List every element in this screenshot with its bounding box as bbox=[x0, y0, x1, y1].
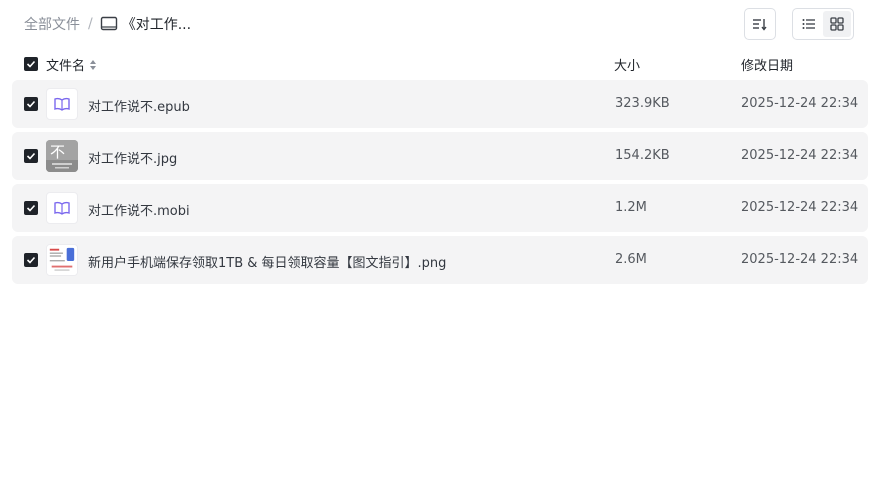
file-row[interactable]: 对工作说不.mobi 1.2M 2025-12-24 22:34 bbox=[12, 184, 868, 232]
file-name[interactable]: 新用户手机端保存领取1TB & 每日领取容量【图文指引】.png bbox=[88, 252, 446, 271]
file-name[interactable]: 对工作说不.epub bbox=[88, 96, 190, 115]
check-icon bbox=[26, 256, 36, 264]
file-date: 2025-12-24 22:34 bbox=[741, 148, 859, 163]
column-header-name-label: 文件名 bbox=[46, 59, 86, 74]
check-icon bbox=[26, 204, 36, 212]
sort-button[interactable] bbox=[744, 8, 776, 40]
file-size: 1.2M bbox=[615, 200, 647, 215]
grid-view-button[interactable] bbox=[823, 11, 851, 37]
thumbnail-text: 不 bbox=[50, 143, 65, 161]
file-date: 2025-12-24 22:34 bbox=[741, 200, 859, 215]
file-row[interactable]: 对工作说不.epub 323.9KB 2025-12-24 22:34 bbox=[12, 80, 868, 128]
row-checkbox[interactable] bbox=[24, 253, 38, 267]
file-size: 323.9KB bbox=[615, 96, 670, 111]
check-icon bbox=[26, 152, 36, 160]
list-view-button[interactable] bbox=[795, 11, 823, 37]
view-toggle bbox=[792, 8, 854, 40]
column-header-size[interactable]: 大小 bbox=[614, 55, 640, 74]
ebook-icon bbox=[46, 88, 78, 120]
file-date: 2025-12-24 22:34 bbox=[741, 252, 859, 267]
file-name[interactable]: 对工作说不.mobi bbox=[88, 200, 190, 219]
file-date: 2025-12-24 22:34 bbox=[741, 96, 859, 111]
sort-caret-icon bbox=[90, 59, 97, 70]
file-row[interactable]: 不 对工作说不.jpg 154.2KB 2025-12-24 22:34 bbox=[12, 132, 868, 180]
check-icon bbox=[26, 100, 36, 108]
breadcrumb-root-link[interactable]: 全部文件 bbox=[24, 14, 80, 34]
breadcrumb: 全部文件 / 《对工作... bbox=[24, 13, 191, 35]
image-thumbnail bbox=[46, 244, 78, 276]
row-checkbox[interactable] bbox=[24, 149, 38, 163]
list-icon bbox=[802, 19, 815, 29]
file-row[interactable]: 新用户手机端保存领取1TB & 每日领取容量【图文指引】.png 2.6M 20… bbox=[12, 236, 868, 284]
row-checkbox[interactable] bbox=[24, 201, 38, 215]
breadcrumb-separator: / bbox=[88, 16, 93, 32]
grid-icon bbox=[830, 17, 844, 31]
breadcrumb-current: 《对工作... bbox=[121, 17, 192, 33]
book-icon bbox=[100, 16, 118, 32]
row-checkbox[interactable] bbox=[24, 97, 38, 111]
file-name[interactable]: 对工作说不.jpg bbox=[88, 148, 177, 167]
toolbar: 全部文件 / 《对工作... bbox=[0, 0, 878, 48]
file-size: 154.2KB bbox=[615, 148, 670, 163]
check-icon bbox=[26, 60, 36, 68]
image-thumbnail: 不 bbox=[46, 140, 78, 172]
column-header-date[interactable]: 修改日期 bbox=[741, 55, 793, 74]
ebook-icon bbox=[46, 192, 78, 224]
sort-icon bbox=[753, 19, 767, 31]
table-header: 文件名 大小 修改日期 bbox=[12, 52, 868, 76]
select-all-checkbox[interactable] bbox=[24, 57, 38, 71]
file-size: 2.6M bbox=[615, 252, 647, 267]
column-header-name[interactable]: 文件名 bbox=[46, 55, 97, 74]
file-list: 对工作说不.epub 323.9KB 2025-12-24 22:34 不 对工… bbox=[12, 80, 868, 288]
